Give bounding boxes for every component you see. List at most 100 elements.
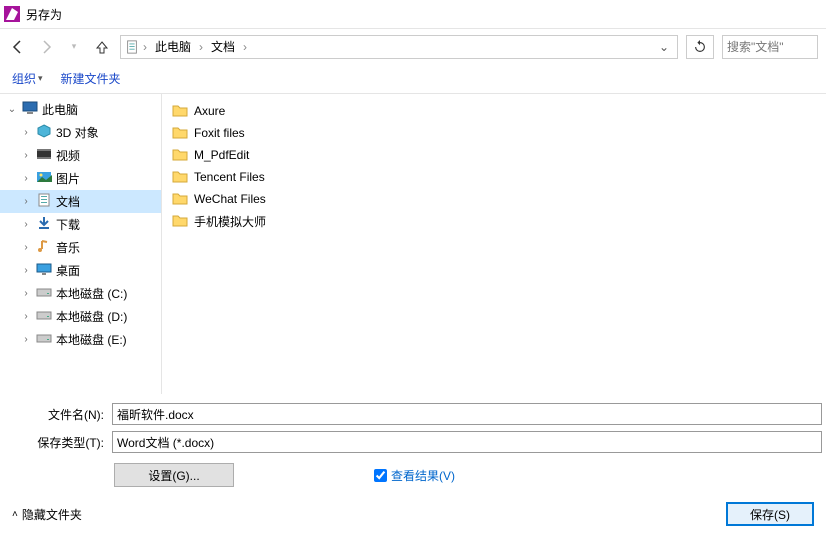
search-placeholder: 搜索"文档" [727, 38, 784, 55]
up-button[interactable] [92, 37, 112, 57]
chevron-up-icon: ˄ [12, 509, 18, 520]
tree-item-label: 本地磁盘 (C:) [56, 285, 127, 302]
tree-item-label: 此电脑 [42, 101, 78, 118]
folder-tree[interactable]: ⌄ 此电脑 › 3D 对象 › 视频 › 图片 › 文档 › 下载 › 音乐 › 桌面 › 本地磁盘 (C:) › 本… [0, 94, 162, 394]
disk-icon [36, 285, 52, 302]
footer: ˄ 隐藏文件夹 保存(S) [0, 494, 826, 534]
chevron-right-icon[interactable]: › [20, 196, 32, 207]
app-icon [4, 6, 20, 22]
folder-icon [172, 103, 188, 120]
tree-item-label: 桌面 [56, 262, 80, 279]
chevron-right-icon: › [243, 40, 247, 54]
chevron-right-icon: › [199, 40, 203, 54]
file-name: WeChat Files [194, 192, 266, 206]
tree-item-music[interactable]: › 音乐 [0, 236, 161, 259]
tree-item-label: 图片 [56, 170, 80, 187]
tree-item-pc[interactable]: ⌄ 此电脑 [0, 98, 161, 121]
back-button[interactable] [8, 37, 28, 57]
desktop-icon [36, 262, 52, 279]
view-result-input[interactable] [374, 469, 387, 482]
file-name: Axure [194, 104, 225, 118]
file-name: M_PdfEdit [194, 148, 249, 162]
tree-item-label: 本地磁盘 (D:) [56, 308, 127, 325]
doc-icon [36, 193, 52, 210]
filetype-label: 保存类型(T): [0, 434, 112, 451]
chevron-right-icon[interactable]: › [20, 150, 32, 161]
tree-item-desktop[interactable]: › 桌面 [0, 259, 161, 282]
refresh-button[interactable] [686, 35, 714, 59]
tree-item-disk[interactable]: › 本地磁盘 (C:) [0, 282, 161, 305]
chevron-right-icon[interactable]: › [20, 288, 32, 299]
tree-item-label: 3D 对象 [56, 124, 99, 141]
chevron-right-icon: › [143, 40, 147, 54]
chevron-right-icon[interactable]: › [20, 242, 32, 253]
main-area: ⌄ 此电脑 › 3D 对象 › 视频 › 图片 › 文档 › 下载 › 音乐 › 桌面 › 本地磁盘 (C:) › 本… [0, 94, 826, 394]
tree-item-label: 文档 [56, 193, 80, 210]
tree-item-label: 本地磁盘 (E:) [56, 331, 127, 348]
folder-icon [172, 169, 188, 186]
tree-item-download[interactable]: › 下载 [0, 213, 161, 236]
file-name: 手机模拟大师 [194, 213, 266, 230]
title-bar: 另存为 [0, 0, 826, 28]
breadcrumb-item[interactable]: 文档 [207, 38, 239, 55]
tree-item-disk[interactable]: › 本地磁盘 (D:) [0, 305, 161, 328]
download-icon [36, 216, 52, 233]
fields: 文件名(N): 保存类型(T): 设置(G)... 查看结果(V) [0, 394, 826, 494]
hide-folders-toggle[interactable]: ˄ 隐藏文件夹 [12, 506, 82, 523]
tree-item-doc[interactable]: › 文档 [0, 190, 161, 213]
tree-item-label: 视频 [56, 147, 80, 164]
organize-menu[interactable]: 组织 ▾ [12, 70, 43, 87]
tree-item-disk[interactable]: › 本地磁盘 (E:) [0, 328, 161, 351]
video-icon [36, 147, 52, 164]
tree-item-3d[interactable]: › 3D 对象 [0, 121, 161, 144]
forward-button[interactable] [36, 37, 56, 57]
list-item[interactable]: 手机模拟大师 [172, 210, 816, 232]
tree-item-label: 下载 [56, 216, 80, 233]
image-icon [36, 170, 52, 187]
list-item[interactable]: Foxit files [172, 122, 816, 144]
breadcrumb[interactable]: › 此电脑 › 文档 › ⌄ [120, 35, 678, 59]
breadcrumb-item[interactable]: 此电脑 [151, 38, 195, 55]
new-folder-button[interactable]: 新建文件夹 [61, 70, 121, 87]
settings-button[interactable]: 设置(G)... [114, 463, 234, 487]
save-button[interactable]: 保存(S) [726, 502, 814, 526]
list-item[interactable]: Axure [172, 100, 816, 122]
tree-item-image[interactable]: › 图片 [0, 167, 161, 190]
filename-label: 文件名(N): [0, 406, 112, 423]
chevron-down-icon[interactable]: ⌄ [6, 104, 18, 115]
chevron-right-icon[interactable]: › [20, 219, 32, 230]
music-icon [36, 239, 52, 256]
folder-icon [172, 147, 188, 164]
chevron-down-icon: ▾ [38, 73, 43, 84]
nav-bar: ▾ › 此电脑 › 文档 › ⌄ 搜索"文档" [0, 28, 826, 64]
filetype-select[interactable] [112, 431, 822, 453]
chevron-right-icon[interactable]: › [20, 265, 32, 276]
folder-icon [172, 213, 188, 230]
chevron-right-icon[interactable]: › [20, 334, 32, 345]
file-name: Foxit files [194, 126, 245, 140]
chevron-right-icon[interactable]: › [20, 127, 32, 138]
recent-dropdown[interactable]: ▾ [64, 37, 84, 57]
view-result-checkbox[interactable]: 查看结果(V) [374, 467, 455, 484]
list-item[interactable]: M_PdfEdit [172, 144, 816, 166]
folder-icon [172, 125, 188, 142]
folder-icon [172, 191, 188, 208]
filename-input[interactable] [112, 403, 822, 425]
breadcrumb-dropdown[interactable]: ⌄ [655, 40, 673, 54]
file-name: Tencent Files [194, 170, 265, 184]
doc-icon [125, 40, 139, 54]
tree-item-label: 音乐 [56, 239, 80, 256]
tree-item-video[interactable]: › 视频 [0, 144, 161, 167]
list-item[interactable]: Tencent Files [172, 166, 816, 188]
pc-icon [22, 101, 38, 118]
list-item[interactable]: WeChat Files [172, 188, 816, 210]
search-input[interactable]: 搜索"文档" [722, 35, 818, 59]
toolbar: 组织 ▾ 新建文件夹 [0, 64, 826, 94]
3d-icon [36, 124, 52, 141]
chevron-right-icon[interactable]: › [20, 311, 32, 322]
file-list[interactable]: Axure Foxit files M_PdfEdit Tencent Files We… [162, 94, 826, 394]
disk-icon [36, 331, 52, 348]
disk-icon [36, 308, 52, 325]
refresh-icon [693, 40, 707, 54]
chevron-right-icon[interactable]: › [20, 173, 32, 184]
